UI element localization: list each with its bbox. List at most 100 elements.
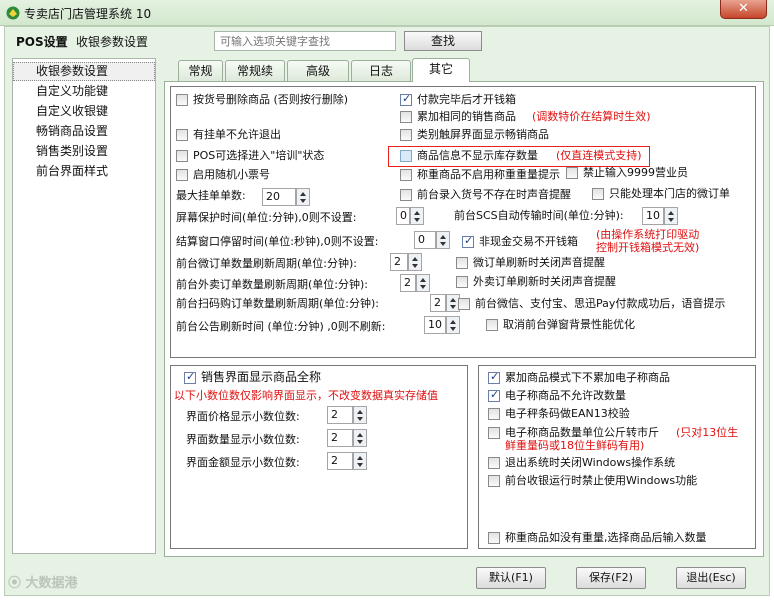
amount-decimal-label: 界面金额显示小数位数: xyxy=(186,456,300,469)
qty-decimal-input[interactable]: 2 xyxy=(327,429,353,447)
close-button[interactable]: ✕ xyxy=(720,0,767,19)
no-hang-exit-checkbox[interactable] xyxy=(176,129,188,141)
search-input[interactable] xyxy=(214,31,396,51)
tab-general[interactable]: 常规 xyxy=(178,60,223,81)
tab-other[interactable]: 其它 xyxy=(412,58,470,82)
random-ticket-label: 启用随机小票号 xyxy=(193,168,270,181)
window-title: 专卖店门店管理系统 10 xyxy=(24,7,152,21)
wx-sound-checkbox[interactable] xyxy=(456,257,468,269)
front-not-exist-checkbox[interactable] xyxy=(400,189,412,201)
noncash-note-2: 控制开钱箱模式无效) xyxy=(596,241,700,254)
pay-voice-checkbox[interactable] xyxy=(458,298,470,310)
scs-time-label: 前台SCS自动传输时间(单位:分钟): xyxy=(454,209,624,222)
sidebar-item-sales-category[interactable]: 销售类别设置 xyxy=(13,142,155,161)
sidebar-item-cashier-params[interactable]: 收银参数设置 xyxy=(13,62,155,81)
max-hang-input[interactable]: 20 xyxy=(262,188,296,206)
no-accum-e-checkbox[interactable] xyxy=(488,370,500,384)
takeout-refresh-spinner[interactable] xyxy=(416,274,430,292)
weigh-input-qty-label: 称重商品如没有重量,选择商品后输入数量 xyxy=(505,531,707,544)
show-full-name-checkbox[interactable] xyxy=(184,370,196,384)
e-ean13-checkbox[interactable] xyxy=(488,408,500,420)
amount-decimal-input[interactable]: 2 xyxy=(327,452,353,470)
wx-sound-label: 微订单刷新时关闭声音提醒 xyxy=(473,256,605,269)
notice-refresh-input[interactable]: 10 xyxy=(424,316,446,334)
cancel-popup-label: 取消前台弹窗背景性能优化 xyxy=(503,318,635,331)
brand-logo-icon: ⦿ xyxy=(8,576,26,591)
scs-time-input[interactable]: 10 xyxy=(642,207,664,225)
app-logo-icon xyxy=(6,6,20,20)
screensaver-label: 屏幕保护时间(单位:分钟),0则不设置: xyxy=(176,211,357,224)
takeout-refresh-input[interactable]: 2 xyxy=(400,274,416,292)
default-button[interactable]: 默认(F1) xyxy=(476,567,546,589)
tab-advanced[interactable]: 高级 xyxy=(287,60,349,81)
forbid-9999-checkbox[interactable] xyxy=(566,167,578,179)
price-decimal-input[interactable]: 2 xyxy=(327,406,353,424)
e-unit-note-1: (只对13位生 xyxy=(676,426,739,439)
noncash-note-1: (由操作系统打印驱动 xyxy=(596,228,700,241)
exit-close-windows-checkbox[interactable] xyxy=(488,457,500,469)
wx-refresh-spinner[interactable] xyxy=(408,253,422,271)
qty-decimal-spinner[interactable] xyxy=(353,429,367,447)
tab-log[interactable]: 日志 xyxy=(351,60,411,81)
max-hang-spinner[interactable] xyxy=(296,188,310,206)
screensaver-input[interactable]: 0 xyxy=(396,207,410,225)
delete-by-sku-checkbox[interactable] xyxy=(176,94,188,106)
training-mode-checkbox[interactable] xyxy=(176,150,188,162)
wx-refresh-label: 前台微订单数量刷新周期(单位:分钟): xyxy=(176,257,357,270)
weigh-input-qty-checkbox[interactable] xyxy=(488,532,500,544)
settle-stay-input[interactable]: 0 xyxy=(414,231,436,249)
merge-same-label: 累加相同的销售商品 xyxy=(417,110,516,123)
takeout-sound-label: 外卖订单刷新时关闭声音提醒 xyxy=(473,275,616,288)
noncash-no-drawer-label: 非现金交易不开钱箱 xyxy=(479,235,578,248)
e-unit-kg-checkbox[interactable] xyxy=(488,427,500,439)
e-ean13-label: 电子秤条码做EAN13校验 xyxy=(505,407,630,420)
merge-same-checkbox[interactable] xyxy=(400,111,412,123)
settle-stay-spinner[interactable] xyxy=(436,231,450,249)
brand-logo: ⦿ 大数据港 xyxy=(8,576,78,591)
takeout-refresh-label: 前台外卖订单数量刷新周期(单位:分钟): xyxy=(176,278,368,291)
tab-general-continued[interactable]: 常规续 xyxy=(225,60,285,81)
pay-voice-label: 前台微信、支付宝、思迅Pay付款成功后，语音提示 xyxy=(475,297,726,310)
wx-refresh-input[interactable]: 2 xyxy=(390,253,408,271)
sidebar-item-bestseller[interactable]: 畅销商品设置 xyxy=(13,122,155,141)
weigh-no-remind-label: 称重商品不启用称重重量提示 xyxy=(417,168,560,181)
show-full-name-label: 销售界面显示商品全称 xyxy=(201,370,322,384)
scan-refresh-input[interactable]: 2 xyxy=(430,294,446,312)
exit-button[interactable]: 退出(Esc) xyxy=(676,567,746,589)
cancel-popup-checkbox[interactable] xyxy=(486,319,498,331)
notice-refresh-label: 前台公告刷新时间 (单位:分钟) ,0则不刷新: xyxy=(176,320,386,333)
search-button[interactable]: 查找 xyxy=(404,31,482,51)
e-unit-note-2: 鲜重量码或18位生鲜码有用) xyxy=(505,439,645,452)
merge-same-note: (调数特价在结算时生效) xyxy=(532,110,651,123)
e-no-modify-checkbox[interactable] xyxy=(488,388,500,402)
only-store-checkbox[interactable] xyxy=(592,188,604,200)
notice-refresh-spinner[interactable] xyxy=(446,316,460,334)
takeout-sound-checkbox[interactable] xyxy=(456,276,468,288)
weigh-no-remind-checkbox[interactable] xyxy=(400,169,412,181)
screensaver-spinner[interactable] xyxy=(410,207,424,225)
no-accum-e-label: 累加商品模式下不累加电子称商品 xyxy=(505,371,670,384)
pay-then-drawer-label: 付款完毕后才开钱箱 xyxy=(417,93,516,106)
amount-decimal-spinner[interactable] xyxy=(353,452,367,470)
title-bar: 专卖店门店管理系统 10 xyxy=(0,0,774,26)
training-mode-label: POS可选择进入"培训"状态 xyxy=(193,149,325,162)
category-bestseller-label: 类别触屏界面显示畅销商品 xyxy=(417,128,549,141)
sidebar-item-front-style[interactable]: 前台界面样式 xyxy=(13,162,155,181)
hide-stock-checkbox[interactable] xyxy=(400,150,412,162)
scs-time-spinner[interactable] xyxy=(664,207,678,225)
forbid-windows-checkbox[interactable] xyxy=(488,475,500,487)
exit-close-windows-label: 退出系统时关闭Windows操作系统 xyxy=(505,456,676,469)
save-button[interactable]: 保存(F2) xyxy=(576,567,646,589)
only-store-label: 只能处理本门店的微订单 xyxy=(609,187,730,200)
price-decimal-spinner[interactable] xyxy=(353,406,367,424)
price-decimal-label: 界面价格显示小数位数: xyxy=(186,410,300,423)
noncash-no-drawer-checkbox[interactable] xyxy=(462,234,474,248)
random-ticket-checkbox[interactable] xyxy=(176,169,188,181)
e-no-modify-label: 电子称商品不允许改数量 xyxy=(505,389,626,402)
hide-stock-label: 商品信息不显示库存数量 xyxy=(417,149,538,162)
pay-then-drawer-checkbox[interactable] xyxy=(400,92,412,106)
sidebar-item-custom-function-keys[interactable]: 自定义功能键 xyxy=(13,82,155,101)
category-bestseller-checkbox[interactable] xyxy=(400,129,412,141)
delete-by-sku-label: 按货号删除商品 (否则按行删除) xyxy=(193,93,349,106)
sidebar-item-custom-cashier-keys[interactable]: 自定义收银键 xyxy=(13,102,155,121)
